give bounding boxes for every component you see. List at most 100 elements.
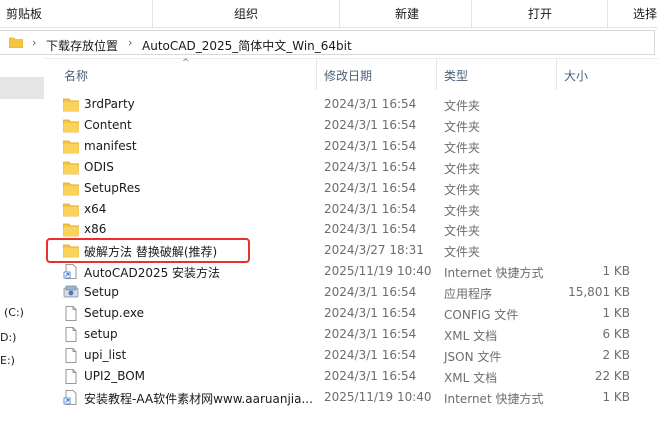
file-name: AutoCAD2025 安装方法 (84, 266, 221, 280)
nav-drive-e[interactable]: E:) (0, 354, 15, 367)
ribbon-group-organize[interactable]: 组织 (234, 5, 258, 22)
file-name: ODIS (84, 160, 114, 174)
file-row[interactable]: setup 2024/3/1 16:54 XML 文档 6 KB (44, 324, 658, 345)
file-type: 文件夹 (444, 120, 481, 134)
file-name: Setup (84, 285, 119, 299)
file-size: 2 KB (602, 348, 630, 362)
address-field[interactable]: › 下载存放位置 › AutoCAD_2025_简体中文_Win_64bit (0, 30, 655, 55)
file-row[interactable]: 安装教程-AA软件素材网www.aaruanjia... 2025/11/19 1… (44, 387, 658, 408)
file-row[interactable]: Setup 2024/3/1 16:54 应用程序 15,801 KB (44, 282, 658, 303)
ribbon-group-select[interactable]: 选择 (633, 5, 657, 22)
file-date-modified: 2024/3/1 16:54 (324, 160, 417, 174)
ribbon-divider (152, 0, 153, 27)
file-size: 1 KB (602, 306, 630, 320)
column-divider[interactable] (316, 58, 317, 90)
file-name: UPI2_BOM (84, 369, 146, 383)
file-date-modified: 2024/3/1 16:54 (324, 202, 417, 216)
file-type: 文件夹 (444, 99, 481, 113)
sort-ascending-icon: ^ (182, 58, 190, 68)
shortcut-icon (63, 264, 79, 279)
file-date-modified: 2024/3/1 16:54 (324, 306, 417, 320)
folder-icon (63, 139, 79, 154)
column-name[interactable]: 名称 (64, 67, 88, 84)
file-row[interactable]: Content 2024/3/1 16:54 文件夹 (44, 115, 658, 136)
file-type: 文件夹 (444, 245, 481, 259)
file-date-modified: 2024/3/1 16:54 (324, 327, 417, 341)
file-type: JSON 文件 (444, 350, 502, 364)
file-row[interactable]: UPI2_BOM 2024/3/1 16:54 XML 文档 22 KB (44, 366, 658, 387)
file-name: 安装教程-AA软件素材网www.aaruanjia... (84, 392, 313, 406)
ribbon-group-clipboard[interactable]: 剪贴板 (6, 5, 42, 22)
file-row[interactable]: x64 2024/3/1 16:54 文件夹 (44, 199, 658, 220)
file-row[interactable]: manifest 2024/3/1 16:54 文件夹 (44, 136, 658, 157)
folder-icon (9, 37, 23, 48)
file-type: 文件夹 (444, 204, 481, 218)
file-name: x86 (84, 222, 107, 236)
file-date-modified: 2024/3/1 16:54 (324, 348, 417, 362)
document-icon (63, 369, 79, 384)
file-row[interactable]: SetupRes 2024/3/1 16:54 文件夹 (44, 178, 658, 199)
file-name: setup (84, 327, 118, 341)
column-header: ^ 名称 修改日期 类型 大小 (44, 58, 658, 90)
file-size: 6 KB (602, 327, 630, 341)
nav-drive-c[interactable]: (C:) (4, 306, 24, 319)
file-date-modified: 2025/11/19 10:40 (324, 264, 432, 278)
file-row[interactable]: upi_list 2024/3/1 16:54 JSON 文件 2 KB (44, 345, 658, 366)
ribbon-group-open[interactable]: 打开 (528, 5, 552, 22)
folder-icon (63, 160, 79, 175)
file-size: 1 KB (602, 264, 630, 278)
column-date-modified[interactable]: 修改日期 (324, 67, 372, 84)
file-row[interactable]: 3rdParty 2024/3/1 16:54 文件夹 (44, 94, 658, 115)
file-size: 1 KB (602, 390, 630, 404)
chevron-right-icon[interactable]: › (32, 36, 36, 49)
column-divider[interactable] (436, 58, 437, 90)
shortcut-icon (63, 390, 79, 405)
file-date-modified: 2024/3/1 16:54 (324, 181, 417, 195)
file-name: 3rdParty (84, 97, 135, 111)
folder-icon (63, 118, 79, 133)
file-row[interactable]: ODIS 2024/3/1 16:54 文件夹 (44, 157, 658, 178)
folder-icon (63, 181, 79, 196)
file-date-modified: 2024/3/1 16:54 (324, 139, 417, 153)
breadcrumb-autocad-folder[interactable]: AutoCAD_2025_简体中文_Win_64bit (142, 37, 352, 54)
file-type: XML 文档 (444, 371, 498, 385)
file-name: Setup.exe (84, 306, 145, 320)
file-type: 文件夹 (444, 162, 481, 176)
file-size: 22 KB (594, 369, 630, 383)
file-date-modified: 2024/3/1 16:54 (324, 285, 417, 299)
file-date-modified: 2024/3/27 18:31 (324, 243, 424, 257)
folder-icon (63, 97, 79, 112)
breadcrumb-download-folder[interactable]: 下载存放位置 (46, 37, 118, 54)
navigation-pane: (C:) D:) E:) (0, 58, 44, 431)
folder-icon (63, 202, 79, 217)
file-name: Content (84, 118, 132, 132)
file-date-modified: 2024/3/1 16:54 (324, 369, 417, 383)
document-icon (63, 327, 79, 342)
column-divider[interactable] (556, 58, 557, 90)
folder-icon (63, 222, 79, 237)
document-icon (63, 348, 79, 363)
file-type: XML 文档 (444, 329, 498, 343)
file-type: 文件夹 (444, 224, 481, 238)
file-date-modified: 2024/3/1 16:54 (324, 118, 417, 132)
file-name: manifest (84, 139, 137, 153)
file-name: x64 (84, 202, 107, 216)
nav-selected-item[interactable] (0, 77, 44, 99)
chevron-right-icon[interactable]: › (128, 36, 132, 49)
ribbon-group-new[interactable]: 新建 (395, 5, 419, 22)
address-bar[interactable]: › 下载存放位置 › AutoCAD_2025_简体中文_Win_64bit (0, 28, 658, 59)
ribbon: 剪贴板 组织 新建 打开 选择 (0, 0, 658, 28)
file-row[interactable]: x86 2024/3/1 16:54 文件夹 (44, 219, 658, 240)
file-row[interactable]: AutoCAD2025 安装方法 2025/11/19 10:40 Internet… (44, 261, 658, 282)
ribbon-divider (607, 0, 608, 27)
file-type: 文件夹 (444, 183, 481, 197)
file-type: 应用程序 (444, 287, 493, 301)
ribbon-divider (339, 0, 340, 27)
column-type[interactable]: 类型 (444, 67, 468, 84)
nav-drive-d[interactable]: D:) (0, 331, 16, 344)
file-name: SetupRes (84, 181, 141, 195)
column-size[interactable]: 大小 (564, 67, 588, 84)
file-date-modified: 2025/11/19 10:40 (324, 390, 432, 404)
document-icon (63, 306, 79, 321)
file-row[interactable]: Setup.exe 2024/3/1 16:54 CONFIG 文件 1 KB (44, 303, 658, 324)
